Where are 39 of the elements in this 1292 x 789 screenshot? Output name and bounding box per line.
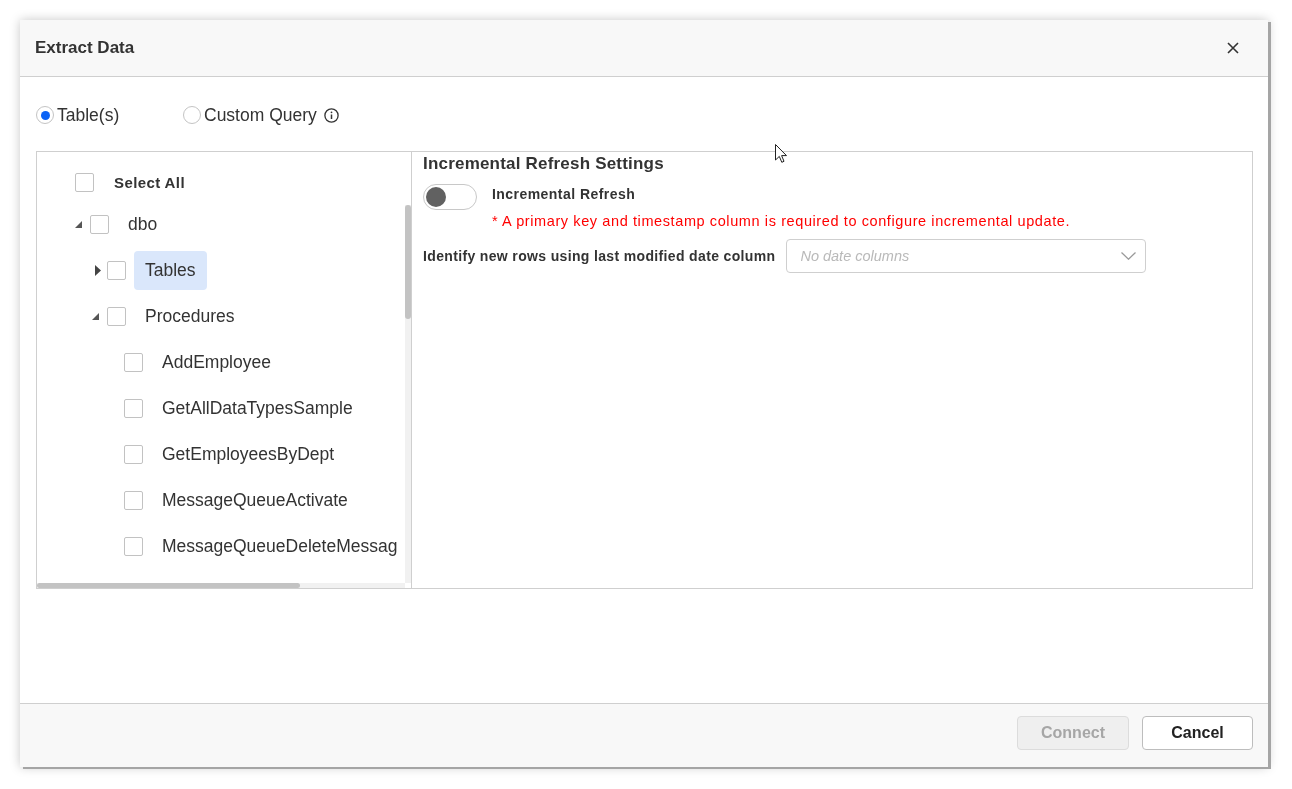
checkbox[interactable] [75,172,94,192]
cursor-icon [775,144,787,163]
tree-item[interactable]: MessageQueueActivate [151,480,359,520]
horizontal-scrollbar[interactable] [37,583,405,588]
info-icon[interactable] [323,107,339,123]
dialog-button[interactable]: Cancel [1142,716,1253,750]
checkbox[interactable] [124,352,143,372]
tree-item[interactable]: GetEmployeesByDept [151,434,346,474]
radio-label[interactable]: Custom Query [204,105,317,125]
select-all-label[interactable]: Select All [114,173,185,191]
warning-text: * A primary key and timestamp column is required to configure incremental update. [492,212,1071,230]
toggle-switch[interactable] [423,184,477,210]
checkbox[interactable] [124,490,143,510]
close-icon [1227,42,1239,54]
checkbox[interactable] [124,536,143,556]
tree-item[interactable]: dbo [117,204,169,244]
vertical-scrollbar[interactable] [405,205,411,583]
radio-label[interactable]: Table(s) [57,105,120,125]
close-button[interactable] [1225,40,1241,56]
toggle-label: Incremental Refresh [492,185,637,203]
checkbox[interactable] [124,398,143,418]
checkbox[interactable] [90,214,109,234]
tree-item[interactable]: Tables [134,250,207,290]
field-label: Identify new rows using last modified date column [423,247,776,265]
caret-right-icon[interactable] [95,264,101,276]
caret-down-icon[interactable] [75,220,82,228]
tree-item[interactable]: MessageQueueDeleteMessag [151,526,409,566]
checkbox[interactable] [124,444,143,464]
tree-item[interactable]: GetAllDataTypesSample [151,388,364,428]
caret-down-icon[interactable] [92,312,99,320]
tree-item[interactable]: Procedures [134,296,246,336]
checkbox[interactable] [107,306,126,326]
radio-button[interactable] [183,106,201,124]
chevron-down-icon [1121,252,1137,260]
checkbox[interactable] [107,260,126,280]
section-title: Incremental Refresh Settings [423,154,665,174]
dialog-title: Extract Data [35,38,135,58]
tree-item[interactable]: AddEmployee [151,342,282,382]
radio-button[interactable] [36,106,54,124]
